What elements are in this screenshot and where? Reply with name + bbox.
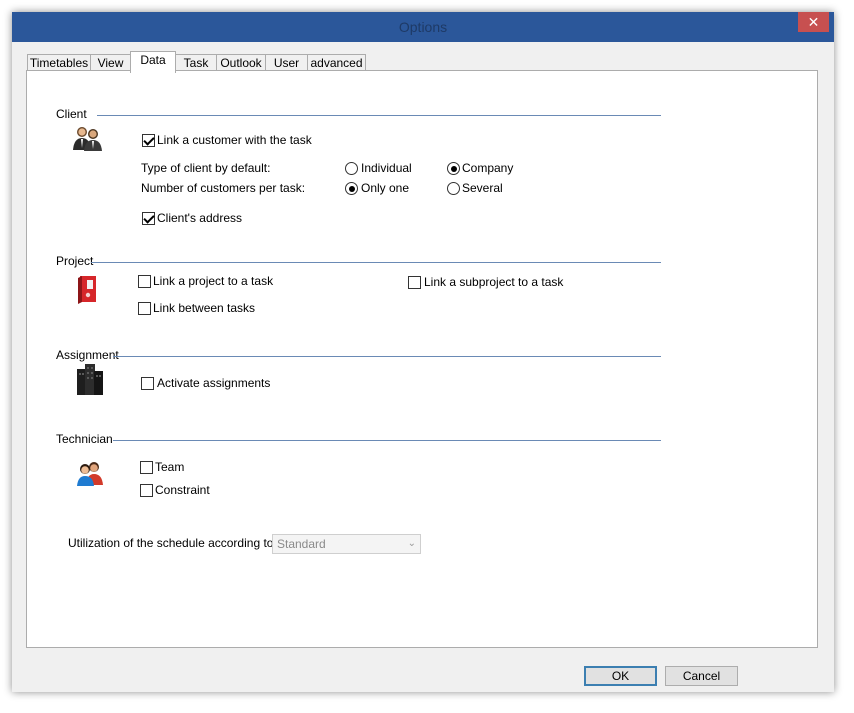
- activate-assignments-label[interactable]: Activate assignments: [157, 376, 270, 390]
- client-address-label[interactable]: Client's address: [157, 211, 242, 225]
- link-subproject-label[interactable]: Link a subproject to a task: [424, 275, 563, 289]
- technicians-icon: [77, 462, 103, 486]
- client-address-checkbox[interactable]: [142, 212, 155, 225]
- team-label[interactable]: Team: [155, 460, 184, 474]
- tab-outlook[interactable]: Outlook: [216, 54, 266, 71]
- tab-user[interactable]: User: [265, 54, 308, 71]
- constraint-label[interactable]: Constraint: [155, 483, 210, 497]
- assignment-buildings-icon: [77, 364, 103, 395]
- client-group-divider: [97, 115, 661, 116]
- only-one-label[interactable]: Only one: [361, 181, 409, 195]
- assignment-group-divider: [113, 356, 661, 357]
- options-window: Options ✕ Timetables View Data Task Outl…: [12, 12, 834, 692]
- client-group-label: Client: [56, 107, 87, 121]
- tab-data[interactable]: Data: [130, 51, 176, 73]
- tab-view[interactable]: View: [90, 54, 131, 71]
- chevron-down-icon: ⌄: [407, 538, 416, 549]
- activate-assignments-checkbox[interactable]: [141, 377, 154, 390]
- tab-advanced[interactable]: advanced: [307, 54, 366, 71]
- individual-label[interactable]: Individual: [361, 161, 412, 175]
- project-group-divider: [91, 262, 661, 263]
- window-title: Options: [398, 19, 448, 35]
- ok-button[interactable]: OK: [584, 666, 657, 686]
- schedule-select[interactable]: Standard ⌄: [272, 534, 421, 554]
- tab-timetables[interactable]: Timetables: [27, 54, 91, 71]
- project-group-label: Project: [56, 254, 94, 268]
- link-subproject-checkbox[interactable]: [408, 276, 421, 289]
- constraint-checkbox[interactable]: [140, 484, 153, 497]
- link-project-label[interactable]: Link a project to a task: [153, 274, 273, 288]
- several-label[interactable]: Several: [462, 181, 503, 195]
- technician-group-label: Technician: [56, 432, 113, 446]
- schedule-select-value: Standard: [277, 537, 326, 551]
- customer-count-label: Number of customers per task:: [141, 181, 306, 195]
- close-button[interactable]: ✕: [798, 12, 829, 32]
- company-label[interactable]: Company: [462, 161, 513, 175]
- link-customer-label[interactable]: Link a customer with the task: [157, 133, 312, 147]
- several-radio[interactable]: [447, 182, 460, 195]
- client-type-label: Type of client by default:: [141, 161, 271, 175]
- cancel-button[interactable]: Cancel: [665, 666, 738, 686]
- link-between-checkbox[interactable]: [138, 302, 151, 315]
- schedule-label: Utilization of the schedule according to: [68, 536, 274, 550]
- link-between-label[interactable]: Link between tasks: [153, 301, 255, 315]
- team-checkbox[interactable]: [140, 461, 153, 474]
- window-client-area: Timetables View Data Task Outlook User a…: [12, 42, 834, 692]
- company-radio[interactable]: [447, 162, 460, 175]
- tab-task[interactable]: Task: [175, 54, 217, 71]
- link-project-checkbox[interactable]: [138, 275, 151, 288]
- assignment-group-label: Assignment: [56, 348, 119, 362]
- data-tab-page: Client Link a customer with the task Typ…: [26, 70, 818, 648]
- individual-radio[interactable]: [345, 162, 358, 175]
- technician-group-divider: [113, 440, 661, 441]
- only-one-radio[interactable]: [345, 182, 358, 195]
- customers-icon: [73, 127, 102, 151]
- close-icon: ✕: [807, 14, 820, 30]
- title-bar[interactable]: Options ✕: [12, 12, 834, 42]
- link-customer-checkbox[interactable]: [142, 134, 155, 147]
- project-binder-icon: [78, 276, 96, 304]
